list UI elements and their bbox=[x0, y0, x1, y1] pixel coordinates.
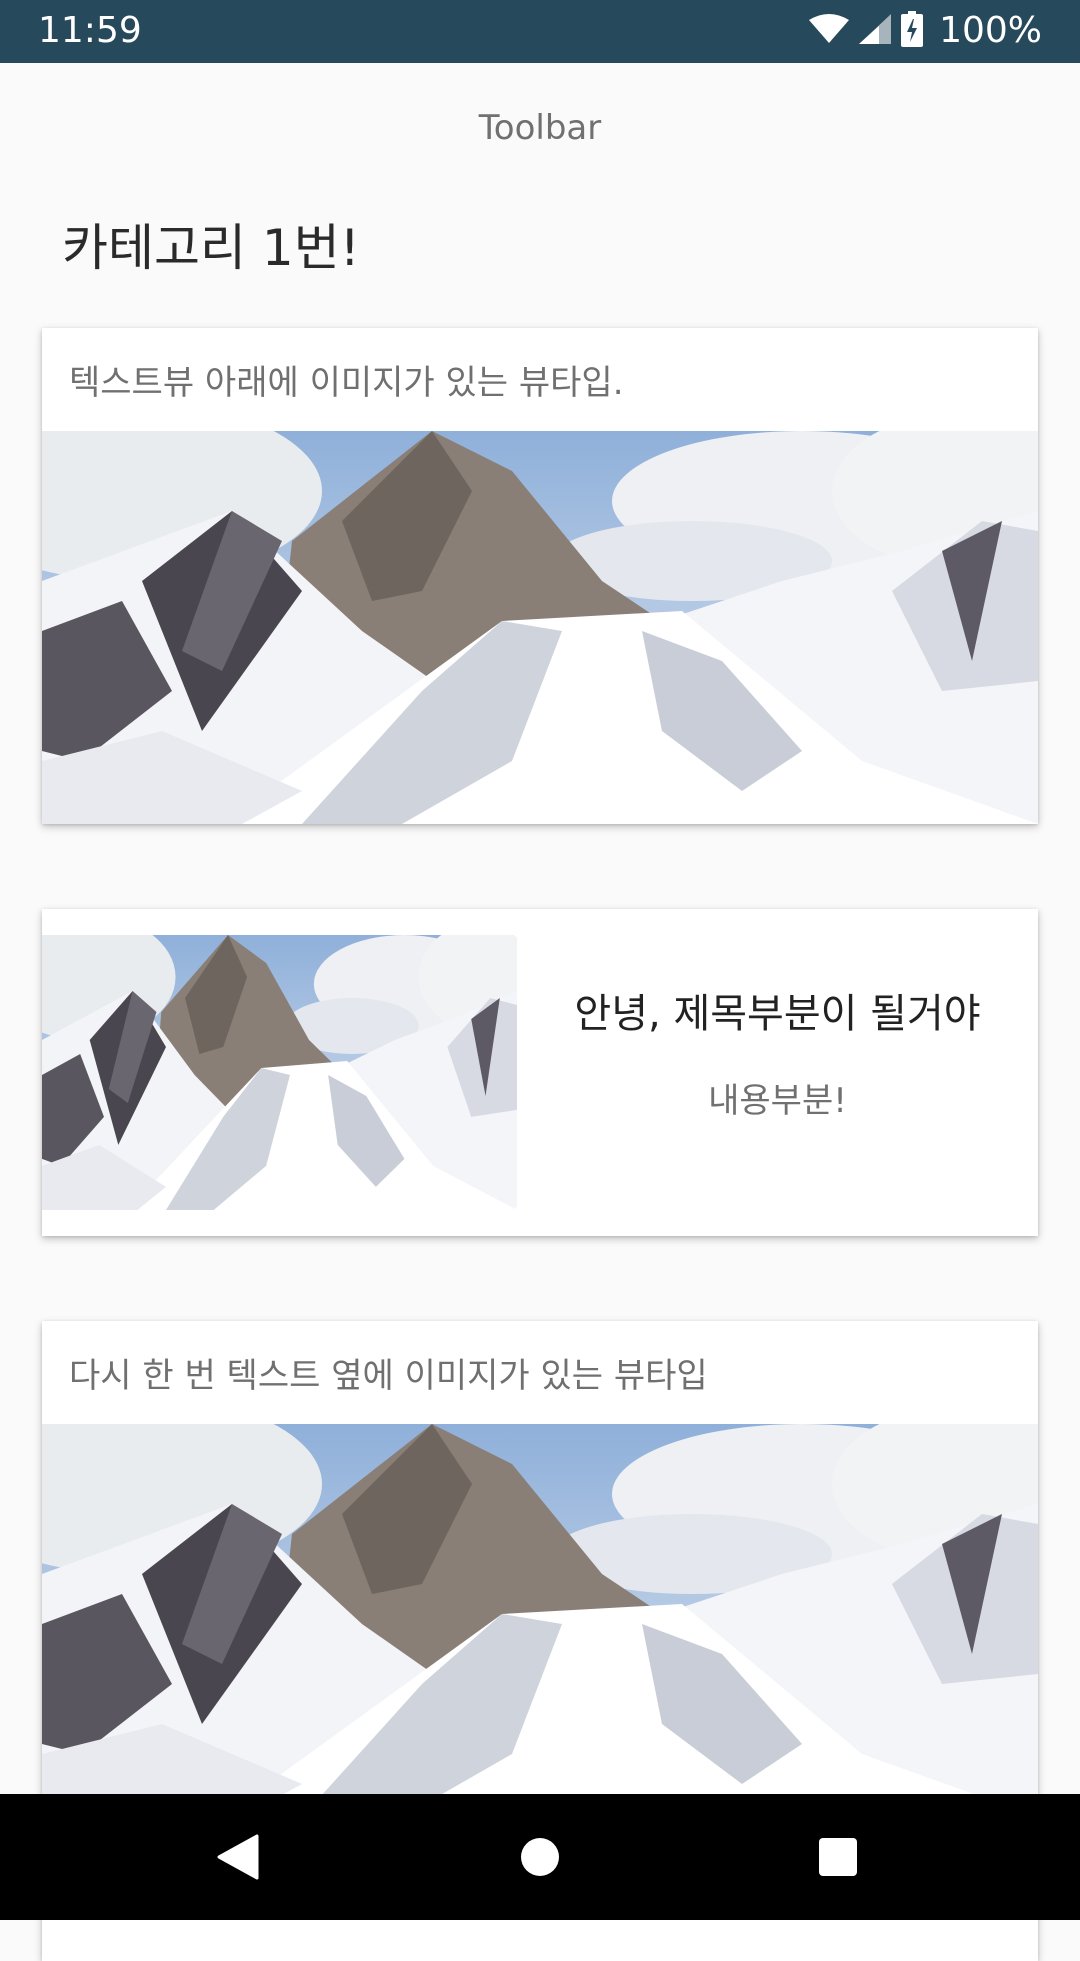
battery-percent: 100% bbox=[939, 10, 1042, 51]
card-subtitle: 내용부분! bbox=[708, 1081, 847, 1121]
battery-charging-icon bbox=[901, 11, 924, 51]
status-icons: 100% bbox=[809, 8, 1042, 54]
toolbar-title: Toolbar bbox=[478, 107, 602, 148]
wifi-icon bbox=[809, 14, 850, 48]
card-title: 안녕, 제목부분이 될거야 bbox=[574, 991, 981, 1037]
category-title: 카테고리 1번! bbox=[62, 219, 360, 277]
card-text-above-image[interactable]: 텍스트뷰 아래에 이미지가 있는 뷰타입. bbox=[42, 328, 1038, 824]
status-time: 11:59 bbox=[38, 10, 142, 51]
home-icon[interactable] bbox=[505, 1822, 575, 1892]
snowy-mountain-image bbox=[42, 1424, 1038, 1817]
back-icon[interactable] bbox=[203, 1822, 273, 1892]
status-bar: 11:59 100% bbox=[0, 0, 1080, 63]
card-text-area: 안녕, 제목부분이 될거야 내용부분! bbox=[517, 909, 1038, 1236]
card-image-beside-text[interactable]: 안녕, 제목부분이 될거야 내용부분! bbox=[42, 909, 1038, 1236]
snowy-mountain-thumbnail bbox=[42, 935, 517, 1210]
toolbar: Toolbar bbox=[0, 63, 1080, 198]
signal-icon bbox=[859, 14, 892, 48]
navigation-bar bbox=[0, 1794, 1080, 1920]
snowy-mountain-image bbox=[42, 431, 1038, 824]
card-caption: 다시 한 번 텍스트 옆에 이미지가 있는 뷰타입 bbox=[69, 1356, 708, 1396]
card-caption: 텍스트뷰 아래에 이미지가 있는 뷰타입. bbox=[69, 363, 624, 403]
recents-icon[interactable] bbox=[803, 1822, 873, 1892]
